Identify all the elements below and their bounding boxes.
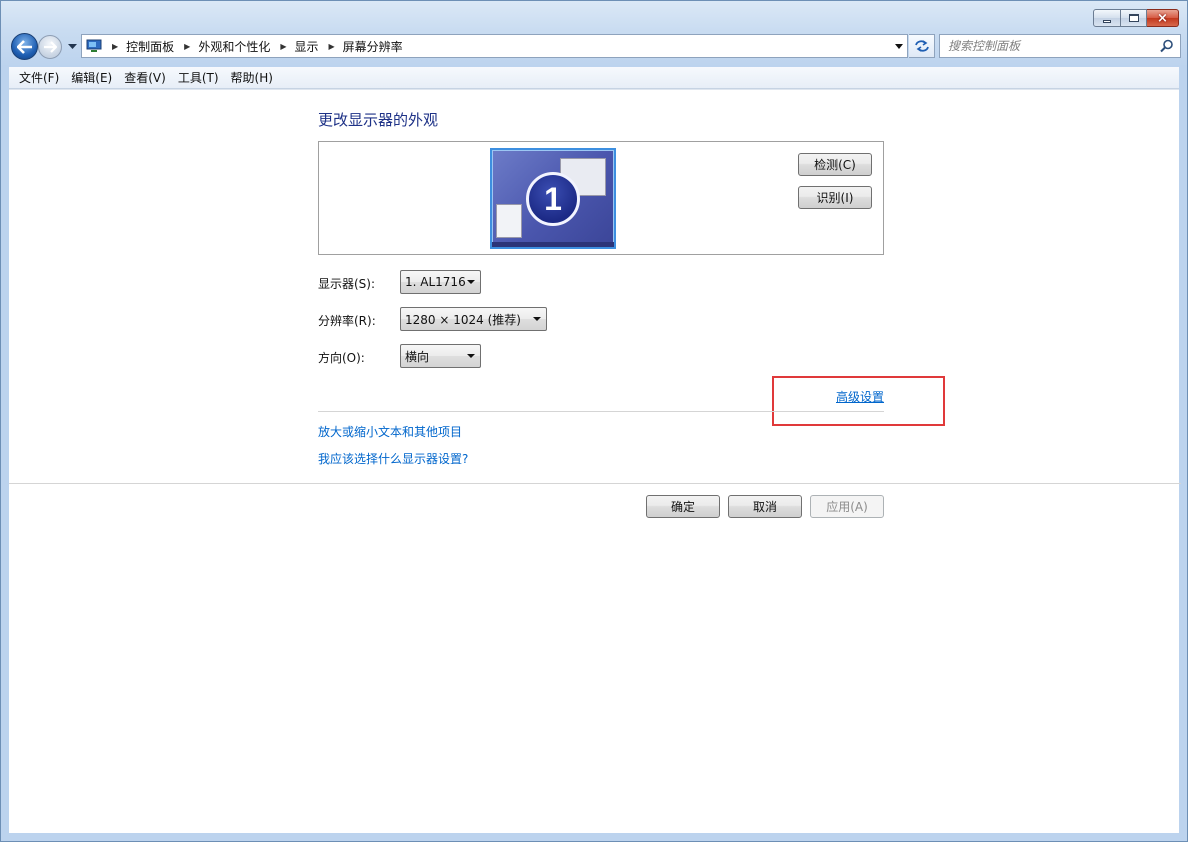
chevron-down-icon: [894, 43, 903, 49]
ok-button[interactable]: 确定: [646, 495, 720, 518]
recent-pages-button[interactable]: [66, 41, 78, 53]
back-button[interactable]: [11, 33, 38, 60]
window-thumbnail-icon: [496, 204, 522, 238]
chevron-down-icon: [533, 317, 541, 321]
monitor-number-badge: 1: [526, 172, 580, 226]
minimize-button[interactable]: [1093, 9, 1121, 27]
menu-bar: 文件(F) 编辑(E) 查看(V) 工具(T) 帮助(H): [9, 67, 1179, 89]
highlight-box: [772, 376, 945, 426]
caption-buttons: ×: [1093, 9, 1179, 27]
breadcrumb-separator-icon[interactable]: ▶: [329, 42, 335, 51]
apply-button[interactable]: 应用(A): [810, 495, 884, 518]
breadcrumb-display[interactable]: 显示: [295, 38, 319, 55]
which-settings-link[interactable]: 我应该选择什么显示器设置?: [318, 450, 468, 467]
menu-tools[interactable]: 工具(T): [172, 69, 225, 86]
monitor-1-preview[interactable]: 1: [490, 148, 616, 249]
text-size-link[interactable]: 放大或缩小文本和其他项目: [318, 423, 462, 440]
taskbar-thumbnail: [492, 242, 614, 247]
display-preview-panel: 1 检测(C) 识别(I): [318, 141, 884, 255]
address-dropdown-button[interactable]: [890, 35, 907, 57]
computer-icon: [86, 39, 102, 53]
minimize-icon: [1103, 19, 1111, 23]
chevron-down-icon: [467, 354, 475, 358]
refresh-icon: [914, 40, 929, 52]
breadcrumb-appearance[interactable]: 外观和个性化: [198, 38, 270, 55]
close-button[interactable]: ×: [1147, 9, 1179, 27]
display-select[interactable]: 1. AL1716: [400, 270, 481, 294]
resolution-select-value: 1280 × 1024 (推荐): [405, 312, 521, 327]
back-arrow-icon: [16, 39, 32, 54]
breadcrumb: ▶ 控制面板 ▶ 外观和个性化 ▶ 显示 ▶ 屏幕分辨率: [102, 38, 403, 55]
search-input[interactable]: [948, 39, 1158, 53]
menu-help[interactable]: 帮助(H): [225, 69, 279, 86]
forward-button[interactable]: [38, 35, 62, 59]
chevron-down-icon: [467, 280, 475, 284]
orientation-select-value: 横向: [405, 349, 430, 364]
page-title: 更改显示器的外观: [318, 111, 439, 129]
forward-arrow-icon: [44, 41, 57, 53]
menu-view[interactable]: 查看(V): [118, 69, 172, 86]
breadcrumb-control-panel[interactable]: 控制面板: [126, 38, 174, 55]
resolution-select[interactable]: 1280 × 1024 (推荐): [400, 307, 547, 331]
search-icon[interactable]: [1160, 39, 1174, 53]
menu-edit[interactable]: 编辑(E): [65, 69, 118, 86]
breadcrumb-screen-resolution[interactable]: 屏幕分辨率: [343, 38, 403, 55]
breadcrumb-separator-icon[interactable]: ▶: [280, 42, 286, 51]
maximize-icon: [1128, 14, 1139, 22]
close-icon: ×: [1157, 10, 1168, 26]
orientation-label: 方向(O):: [318, 351, 365, 365]
window: × ▶ 控制面板 ▶ 外观和个性化 ▶ 显示 ▶ 屏幕分辨率 搜索控制面板 文件…: [0, 0, 1188, 842]
identify-button[interactable]: 识别(I): [798, 186, 872, 209]
menu-file[interactable]: 文件(F): [13, 69, 65, 86]
address-bar[interactable]: ▶ 控制面板 ▶ 外观和个性化 ▶ 显示 ▶ 屏幕分辨率: [81, 34, 908, 58]
resolution-label: 分辨率(R):: [318, 314, 376, 328]
navigation-bar: ▶ 控制面板 ▶ 外观和个性化 ▶ 显示 ▶ 屏幕分辨率: [9, 33, 1181, 60]
orientation-select[interactable]: 横向: [400, 344, 481, 368]
maximize-button[interactable]: [1121, 9, 1147, 27]
display-label: 显示器(S):: [318, 277, 376, 291]
divider: [318, 411, 884, 412]
footer-divider: [9, 483, 1181, 484]
content-area: 更改显示器的外观 1 检测(C) 识别(I) 显示器(S): 1. AL1716…: [9, 89, 1181, 833]
detect-button[interactable]: 检测(C): [798, 153, 872, 176]
breadcrumb-separator-icon: ▶: [112, 41, 119, 51]
refresh-button[interactable]: [909, 34, 935, 58]
breadcrumb-separator-icon[interactable]: ▶: [184, 42, 190, 51]
cancel-button[interactable]: 取消: [728, 495, 802, 518]
search-box[interactable]: [939, 34, 1181, 58]
display-select-value: 1. AL1716: [405, 275, 466, 289]
chevron-down-icon: [67, 44, 77, 49]
